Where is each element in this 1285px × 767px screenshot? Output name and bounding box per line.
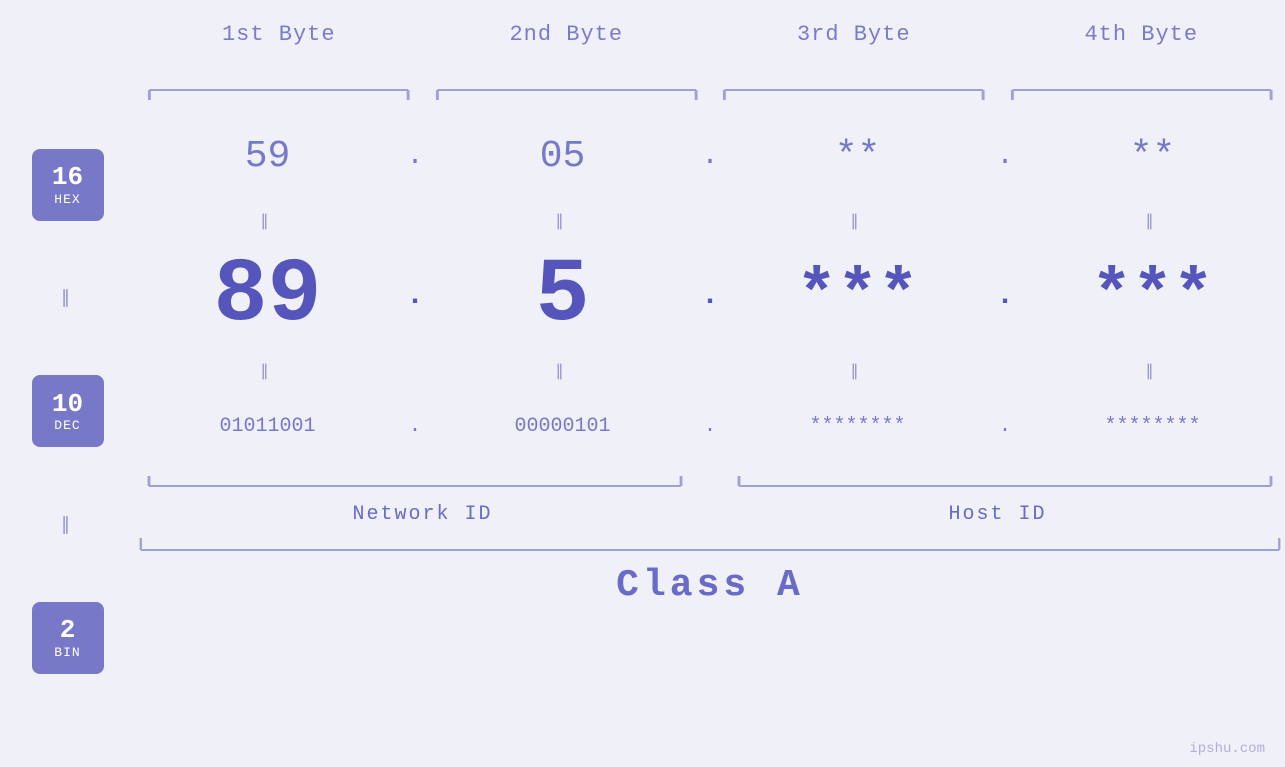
hex-num: 16	[52, 163, 83, 192]
bin-badge: 2 BIN	[32, 602, 104, 674]
bottom-section: Network ID Host ID Class A	[135, 474, 1285, 610]
byte-labels-row: 1st Byte 2nd Byte 3rd Byte 4th Byte	[135, 18, 1285, 78]
hex-byte1: 59	[135, 135, 400, 178]
bin-num: 2	[60, 616, 76, 645]
dec-label: DEC	[54, 418, 80, 433]
eq2-col3: ∥	[725, 361, 990, 381]
base-badges: 16 HEX ∥ 10 DEC ∥ 2 BIN	[0, 106, 135, 767]
bracket-1	[135, 82, 423, 106]
hex-byte3: **	[725, 135, 990, 178]
bin-byte4: ********	[1020, 415, 1285, 438]
class-row: Class A	[135, 560, 1285, 610]
eq1-col3: ∥	[725, 211, 990, 231]
bracket-4	[998, 82, 1285, 106]
eq2-col1: ∥	[135, 361, 400, 381]
bracket-3	[710, 82, 998, 106]
byte-label-2: 2nd Byte	[423, 18, 711, 47]
network-id-label: Network ID	[135, 503, 710, 526]
eq2-col2: ∥	[430, 361, 695, 381]
equals-row-2: ∥ ∥ ∥ ∥	[135, 356, 1285, 386]
network-bracket-container	[135, 474, 695, 494]
top-bracket-area	[135, 82, 1285, 106]
eq2-col4: ∥	[1020, 361, 1285, 381]
dec-dot3: .	[990, 279, 1020, 313]
data-grid: 59 . 05 . ** . ** ∥ ∥ ∥ ∥ 89 .	[135, 106, 1285, 767]
bin-row: 01011001 . 00000101 . ******** . *******…	[135, 386, 1285, 466]
byte-label-1: 1st Byte	[135, 18, 423, 47]
dec-byte2: 5	[430, 245, 695, 347]
bin-byte3: ********	[725, 415, 990, 438]
byte-label-3: 3rd Byte	[710, 18, 998, 47]
dec-row: 89 . 5 . *** . ***	[135, 236, 1285, 356]
eq-hex-dec: ∥	[61, 287, 74, 309]
eq1-col1: ∥	[135, 211, 400, 231]
hex-dot2: .	[695, 141, 725, 172]
class-label: Class A	[135, 564, 1285, 607]
bin-byte1: 01011001	[135, 415, 400, 438]
eq-dec-bin: ∥	[61, 514, 74, 536]
hex-byte2: 05	[430, 135, 695, 178]
bin-byte2: 00000101	[430, 415, 695, 438]
bracket-gap	[695, 474, 725, 494]
bin-dot1: .	[400, 415, 430, 438]
host-bracket-container	[725, 474, 1285, 494]
watermark: ipshu.com	[1189, 741, 1265, 757]
hex-dot1: .	[400, 141, 430, 172]
dec-num: 10	[52, 390, 83, 419]
hex-label: HEX	[54, 192, 80, 207]
content-area: 16 HEX ∥ 10 DEC ∥ 2 BIN 59 . 05	[0, 106, 1285, 767]
hex-dot3: .	[990, 141, 1020, 172]
bin-dot3: .	[990, 415, 1020, 438]
eq1-col4: ∥	[1020, 211, 1285, 231]
main-container: 1st Byte 2nd Byte 3rd Byte 4th Byte	[0, 0, 1285, 767]
dec-badge: 10 DEC	[32, 375, 104, 447]
full-bracket	[135, 536, 1285, 556]
dec-dot2: .	[695, 279, 725, 313]
id-labels-row: Network ID Host ID	[135, 496, 1285, 532]
bin-label: BIN	[54, 645, 80, 660]
dec-byte4: ***	[1020, 258, 1285, 335]
byte-label-4: 4th Byte	[998, 18, 1285, 47]
hex-badge: 16 HEX	[32, 149, 104, 221]
hex-byte4: **	[1020, 135, 1285, 178]
dec-byte1: 89	[135, 245, 400, 347]
dec-dot1: .	[400, 279, 430, 313]
bin-dot2: .	[695, 415, 725, 438]
equals-row-1: ∥ ∥ ∥ ∥	[135, 206, 1285, 236]
host-id-label: Host ID	[710, 503, 1285, 526]
dec-byte3: ***	[725, 258, 990, 335]
hex-row: 59 . 05 . ** . **	[135, 106, 1285, 206]
bracket-2	[423, 82, 711, 106]
bottom-brackets	[135, 474, 1285, 494]
eq1-col2: ∥	[430, 211, 695, 231]
